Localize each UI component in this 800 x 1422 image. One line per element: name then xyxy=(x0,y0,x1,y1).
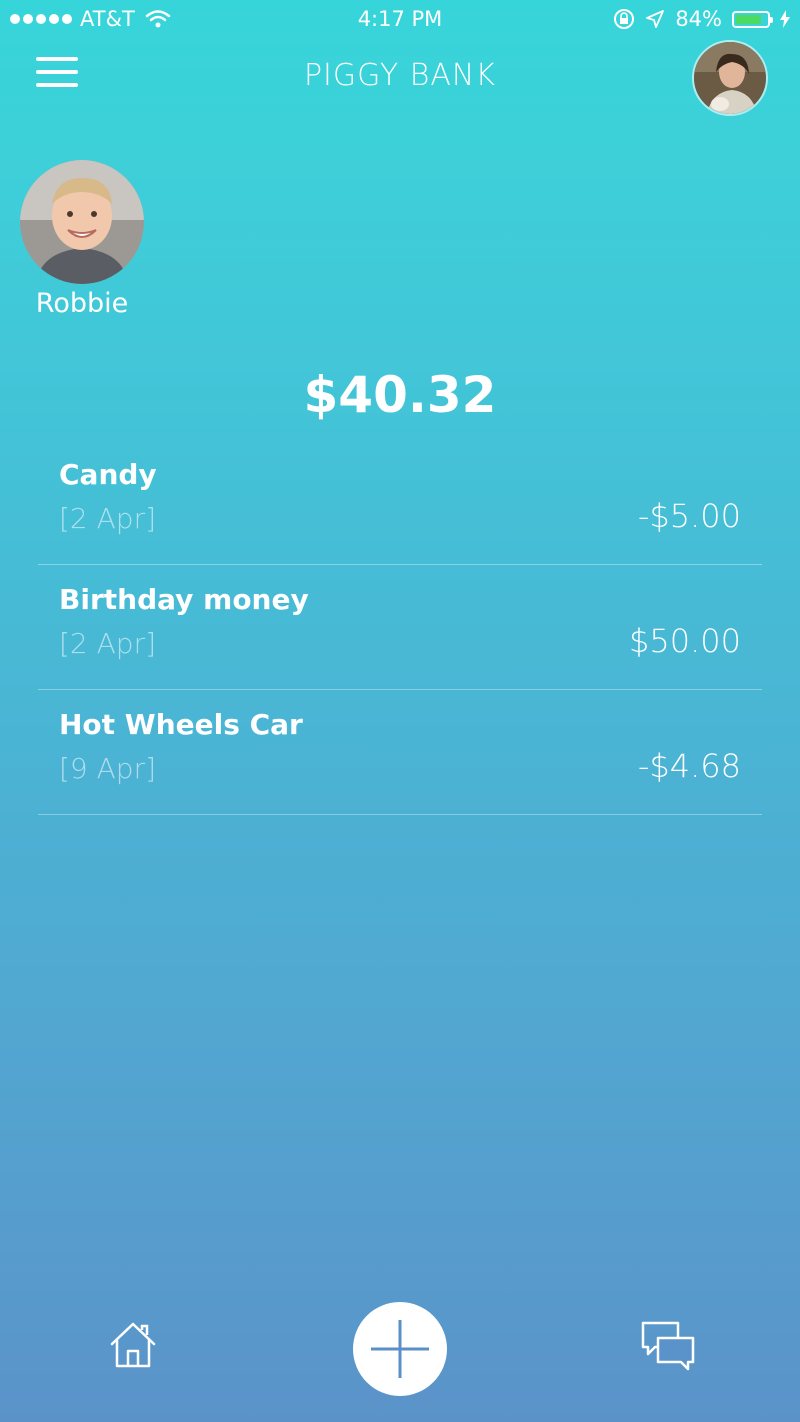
plus-icon xyxy=(371,1320,429,1378)
transaction-row[interactable]: Hot Wheels Car [9 Apr] -$4.68 xyxy=(38,690,762,815)
bottom-tab-bar xyxy=(0,1292,800,1422)
charging-bolt-icon xyxy=(780,10,790,28)
transaction-title: Hot Wheels Car xyxy=(59,708,303,741)
status-right: 84% xyxy=(613,7,790,31)
balance-amount: $40.32 xyxy=(303,366,497,424)
transaction-amount: -$4.68 xyxy=(637,747,741,785)
battery-icon xyxy=(732,10,773,28)
parent-avatar[interactable] xyxy=(692,40,768,116)
transaction-row[interactable]: Birthday money [2 Apr] $50.00 xyxy=(38,565,762,690)
page-title: PIGGY BANK xyxy=(303,58,497,93)
battery-percent: 84% xyxy=(675,7,722,31)
chat-icon[interactable] xyxy=(640,1320,696,1372)
transaction-row[interactable]: Candy [2 Apr] -$5.00 xyxy=(38,440,762,565)
transaction-amount: $50.00 xyxy=(629,622,741,660)
transaction-amount: -$5.00 xyxy=(637,497,741,535)
nav-bar: PIGGY BANK xyxy=(0,40,800,130)
status-bar: AT&T 4:17 PM 84% xyxy=(0,0,800,40)
rotation-lock-icon xyxy=(614,9,635,29)
transaction-title: Birthday money xyxy=(59,583,309,616)
transaction-list: Candy [2 Apr] -$5.00 Birthday money [2 A… xyxy=(38,440,762,815)
child-avatar[interactable] xyxy=(20,160,144,284)
transaction-title: Candy xyxy=(59,458,157,491)
child-name: Robbie xyxy=(35,288,129,319)
home-icon[interactable] xyxy=(108,1320,158,1370)
transaction-date: [2 Apr] xyxy=(59,627,157,660)
add-transaction-button[interactable] xyxy=(353,1302,447,1396)
transaction-date: [2 Apr] xyxy=(59,502,157,535)
transaction-date: [9 Apr] xyxy=(59,752,157,785)
location-arrow-icon xyxy=(646,10,665,28)
